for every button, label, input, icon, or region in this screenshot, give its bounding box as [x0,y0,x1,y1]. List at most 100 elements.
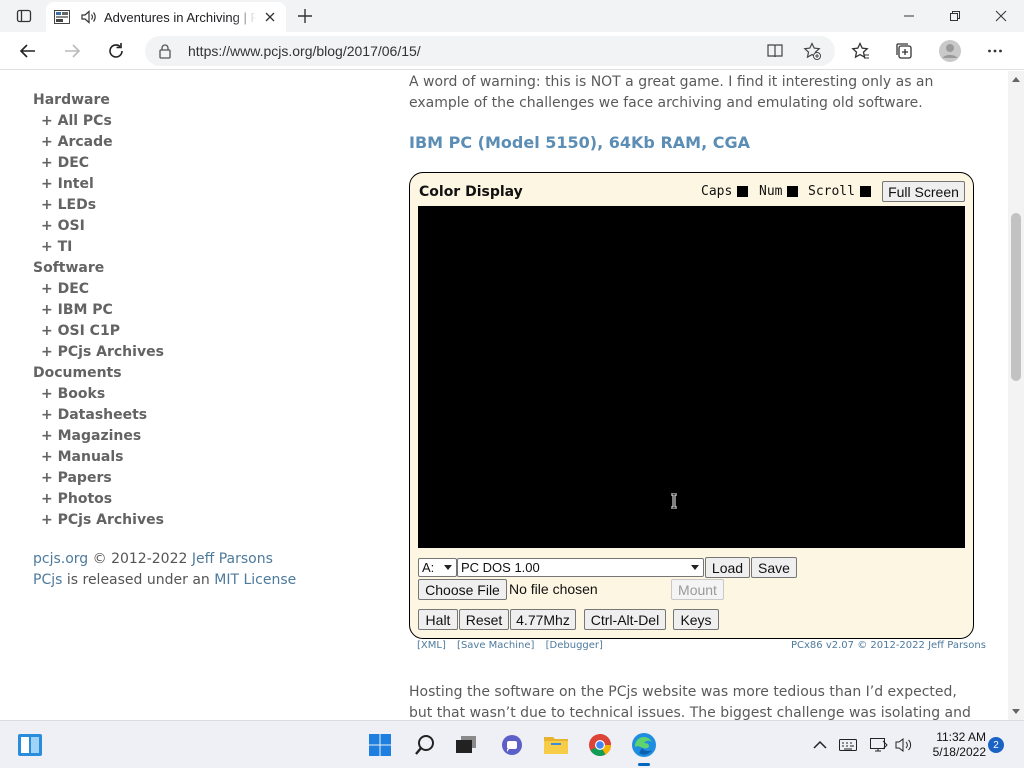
address-bar[interactable]: https://www.pcjs.org/blog/2017/06/15/ [145,36,835,66]
nav-item-ti[interactable]: + TI [33,237,333,258]
full-screen-button[interactable]: Full Screen [882,181,965,202]
edge-button[interactable] [628,729,660,766]
nav-item-dec-software[interactable]: + DEC [33,279,333,300]
nav-item-all-pcs[interactable]: + All PCs [33,111,333,132]
nav-item-dec-hardware[interactable]: + DEC [33,153,333,174]
audio-playing-icon[interactable] [80,8,98,26]
nav-section-software[interactable]: Software [33,258,333,279]
collections-button[interactable] [888,35,920,67]
mount-button[interactable]: Mount [671,579,724,600]
keys-button[interactable]: Keys [673,609,719,630]
caps-led-indicator [737,185,749,197]
forward-button[interactable] [56,35,88,67]
nav-item-leds[interactable]: + LEDs [33,195,333,216]
page-scrollbar[interactable] [1008,71,1024,720]
mit-license-link[interactable]: MIT License [214,572,296,588]
restore-button[interactable] [932,0,978,32]
display-tray-button[interactable] [869,735,889,755]
emulator-screen[interactable] [418,206,965,548]
nav-item-pcjs-archives-software[interactable]: + PCjs Archives [33,342,333,363]
version-author-link[interactable]: Jeff Parsons [928,640,986,651]
copyright-line: pcjs.org © 2012-2022 Jeff Parsons [33,549,296,570]
reset-button[interactable]: Reset [459,609,509,630]
search-button[interactable] [409,729,441,761]
volume-button[interactable] [894,735,914,755]
add-favorite-icon[interactable] [802,41,822,61]
scroll-up-arrow-icon[interactable] [1012,77,1020,82]
disk-select[interactable]: PC DOS 1.00 [457,558,704,577]
taskbar: 11:32 AM 5/18/2022 2 [0,720,1024,768]
nav-item-ibm-pc[interactable]: + IBM PC [33,300,333,321]
nav-item-osi-c1p[interactable]: + OSI C1P [33,321,333,342]
nav-item-magazines[interactable]: + Magazines [33,426,333,447]
favorites-star-icon [851,41,869,59]
save-button[interactable]: Save [751,557,797,578]
nav-item-photos[interactable]: + Photos [33,489,333,510]
widgets-button[interactable] [14,729,46,761]
clock-time: 11:32 AM [936,730,986,744]
tab-actions-button[interactable] [8,4,40,28]
tab-close-icon[interactable] [262,9,278,25]
widgets-icon [18,734,42,756]
speed-button[interactable]: 4.77Mhz [510,609,576,630]
save-machine-link[interactable]: [Save Machine] [457,640,534,651]
new-tab-button[interactable] [292,4,318,28]
refresh-button[interactable] [100,35,132,67]
browser-toolbar: https://www.pcjs.org/blog/2017/06/15/ [0,32,1024,70]
browser-tab[interactable]: Adventures in Archiving | PCjs [46,2,286,32]
minimize-button[interactable] [886,0,932,32]
scrollbar-thumb[interactable] [1011,213,1021,381]
start-button[interactable] [364,729,396,761]
scroll-down-arrow-icon[interactable] [1012,709,1020,714]
site-link[interactable]: pcjs.org [33,551,88,567]
windows-logo-icon [369,734,391,756]
choose-file-button[interactable]: Choose File [418,579,507,600]
notification-badge[interactable]: 2 [988,737,1004,753]
num-led-indicator [787,185,799,197]
nav-item-osi[interactable]: + OSI [33,216,333,237]
task-view-button[interactable] [450,729,482,761]
file-explorer-button[interactable] [540,729,572,761]
avatar-icon [939,40,961,62]
back-arrow-icon [19,44,35,58]
drive-select[interactable]: A: [418,558,457,577]
chrome-button[interactable] [584,729,616,761]
immersive-reader-icon[interactable] [765,41,785,61]
show-hidden-icons-button[interactable] [810,735,830,755]
nav-item-pcjs-archives-documents[interactable]: + PCjs Archives [33,510,333,531]
nav-item-datasheets[interactable]: + Datasheets [33,405,333,426]
nav-section-documents[interactable]: Documents [33,363,333,384]
back-button[interactable] [12,35,44,67]
monitor-icon [870,738,888,752]
settings-more-button[interactable] [979,35,1011,67]
debugger-link[interactable]: [Debugger] [546,640,603,651]
close-window-button[interactable] [978,0,1024,32]
nav-item-papers[interactable]: + Papers [33,468,333,489]
scroll-led-label: Scroll [808,183,855,199]
keyboard-input-button[interactable] [838,735,858,755]
page-viewport: Hardware + All PCs + Arcade + DEC + Inte… [0,71,1008,720]
profile-button[interactable] [934,35,966,67]
nav-item-intel[interactable]: + Intel [33,174,333,195]
nav-item-books[interactable]: + Books [33,384,333,405]
edge-icon [632,733,656,757]
teams-chat-button[interactable] [496,729,528,761]
halt-button[interactable]: Halt [418,609,458,630]
nav-section-hardware[interactable]: Hardware [33,90,333,111]
ctrl-alt-del-button[interactable]: Ctrl-Alt-Del [584,609,666,630]
clock-date: 5/18/2022 [932,745,986,759]
taskbar-clock[interactable]: 11:32 AM 5/18/2022 [922,730,986,760]
pcjs-link[interactable]: PCjs [33,572,62,588]
load-button[interactable]: Load [705,557,750,578]
author-link[interactable]: Jeff Parsons [192,551,273,567]
nav-item-arcade[interactable]: + Arcade [33,132,333,153]
favorites-button[interactable] [844,35,876,67]
article-intro-paragraph: A word of warning: this is NOT a great g… [409,74,934,111]
url-text[interactable]: https://www.pcjs.org/blog/2017/06/15/ [188,43,421,59]
version-text: PCx86 v2.07 © 2012-2022 [791,640,929,651]
refresh-icon [109,43,123,58]
nav-item-manuals[interactable]: + Manuals [33,447,333,468]
xml-link[interactable]: [XML] [417,640,446,651]
lock-icon[interactable] [157,43,173,59]
machine-version: PCx86 v2.07 © 2012-2022 Jeff Parsons [791,640,986,651]
